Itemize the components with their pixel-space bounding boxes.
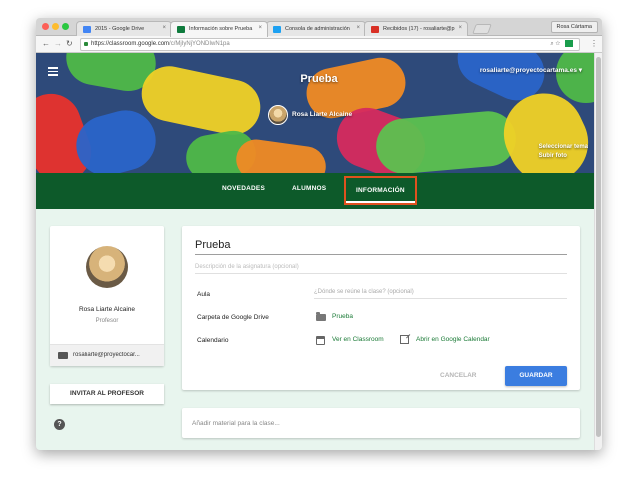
extension-icon[interactable] [565, 39, 573, 47]
save-button[interactable]: GUARDAR [505, 366, 567, 386]
banner-candy-shape [233, 136, 329, 173]
description-input[interactable]: Descripción de la asignatura (opcional) [195, 264, 567, 274]
teacher-email-row[interactable]: rosaliarte@proyectocar... [50, 344, 164, 366]
cancel-button[interactable]: CANCELAR [440, 372, 476, 379]
browser-tab-admin[interactable]: Consola de administración × [266, 21, 366, 36]
tab-alumnos[interactable]: ALUMNOS [292, 185, 326, 192]
tab-strip: 2015 - Google Drive × Información sobre … [36, 18, 602, 37]
tab-novedades[interactable]: NOVEDADES [222, 185, 265, 192]
drive-favicon-icon [83, 26, 91, 33]
teacher-email: rosaliarte@proyectocar... [73, 352, 140, 358]
open-external-icon [400, 335, 409, 344]
calendar-label: Calendario [197, 337, 229, 344]
url-input[interactable]: https://classroom.google.com/c/MjIyNjYON… [80, 38, 580, 51]
drive-folder-label: Carpeta de Google Drive [197, 314, 269, 321]
close-tab-icon[interactable]: × [162, 25, 166, 31]
address-bar: ← → ↻ https://classroom.google.com/c/MjI… [36, 36, 602, 53]
mail-icon [58, 352, 68, 359]
bookmark-star-icon[interactable]: ☆ [555, 41, 560, 47]
add-material-input[interactable]: Añadir material para la clase... [182, 408, 580, 438]
browser-tab-gmail[interactable]: Recibidos (17) - rosaliarte@p × [364, 21, 468, 36]
banner-candy-shape [69, 103, 163, 173]
browser-tab-classroom[interactable]: Información sobre Prueba × [170, 21, 268, 37]
lock-icon [84, 42, 88, 46]
browser-tab-drive[interactable]: 2015 - Google Drive × [76, 21, 172, 36]
maximize-window-button[interactable] [62, 23, 69, 30]
room-input[interactable]: ¿Dónde se reúne la clase? (opcional) [314, 289, 567, 299]
invite-teacher-button[interactable]: INVITAR AL PROFESOR [50, 384, 164, 404]
class-banner: Prueba rosaliarte@proyectocartama.es ▾ R… [36, 53, 602, 173]
view-in-classroom-link[interactable]: Ver en Classroom [332, 336, 384, 343]
browser-menu-icon[interactable]: ⋮ [590, 39, 598, 48]
new-tab-button[interactable] [472, 24, 492, 34]
browser-profile-button[interactable]: Rosa Cártama [550, 21, 598, 33]
close-tab-icon[interactable]: × [258, 25, 262, 31]
teacher-card: Rosa Liarte Alcaine Profesor rosaliarte@… [50, 226, 164, 366]
teacher-name: Rosa Liarte Alcaine [292, 111, 353, 118]
calendar-icon [316, 336, 325, 345]
back-arrow-icon[interactable]: ← [42, 39, 50, 49]
drive-folder-link[interactable]: Prueba [332, 313, 353, 320]
classroom-favicon-icon [177, 26, 185, 33]
select-theme-link[interactable]: Seleccionar tema [539, 143, 588, 152]
help-icon[interactable]: ? [54, 419, 65, 430]
class-info-card: Prueba Descripción de la asignatura (opc… [182, 226, 580, 390]
upload-photo-link[interactable]: Subir foto [539, 152, 588, 161]
account-menu[interactable]: rosaliarte@proyectocartama.es ▾ [480, 66, 582, 74]
scrollbar-thumb[interactable] [596, 57, 601, 437]
open-google-calendar-link[interactable]: Abrir en Google Calendar [416, 336, 490, 343]
class-nav-tabs: NOVEDADES ALUMNOS INFORMACIÓN [36, 173, 602, 209]
teacher-profile-photo [86, 246, 128, 288]
minimize-window-button[interactable] [52, 23, 59, 30]
close-tab-icon[interactable]: × [458, 25, 462, 31]
tab-informacion[interactable]: INFORMACIÓN [344, 176, 417, 205]
teacher-avatar [268, 105, 288, 125]
reload-icon[interactable]: ↻ [66, 39, 73, 49]
gmail-favicon-icon [371, 26, 379, 33]
zoom-icon[interactable]: ⌕ [550, 41, 553, 47]
close-window-button[interactable] [42, 23, 49, 30]
forward-arrow-icon[interactable]: → [54, 39, 62, 49]
class-name-title: Prueba [300, 73, 338, 85]
page-scrollbar[interactable] [594, 53, 602, 450]
active-tab-indicator [346, 201, 415, 203]
teacher-card-name: Rosa Liarte Alcaine [78, 306, 135, 313]
teacher-card-role: Profesor [95, 318, 119, 324]
admin-favicon-icon [273, 26, 281, 33]
class-title-input[interactable]: Prueba [195, 239, 567, 255]
browser-window: 2015 - Google Drive × Información sobre … [36, 18, 602, 450]
folder-icon [316, 312, 326, 321]
room-label: Aula [197, 291, 211, 298]
close-tab-icon[interactable]: × [356, 25, 360, 31]
